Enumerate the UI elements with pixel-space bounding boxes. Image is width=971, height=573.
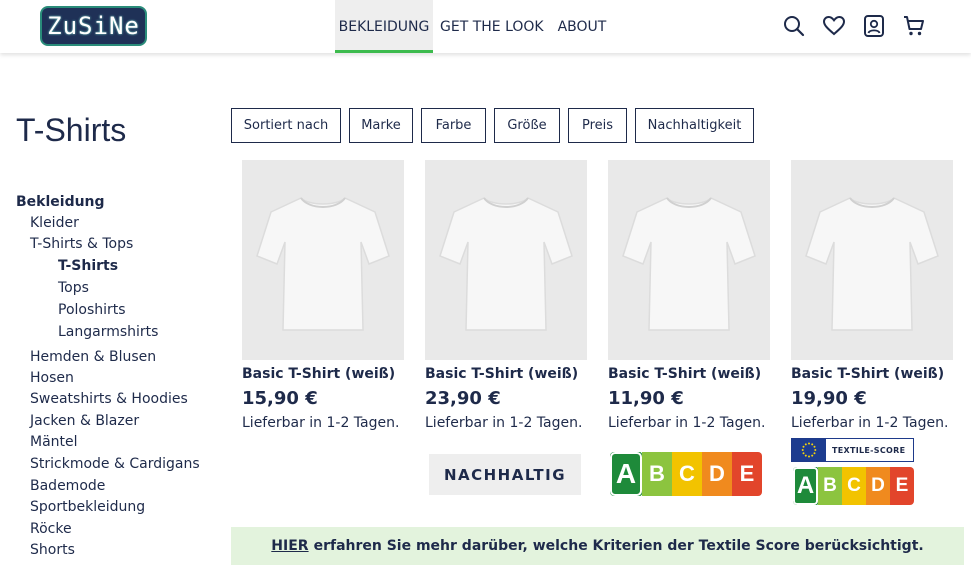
sidebar-item-tops[interactable]: Tops <box>58 280 89 296</box>
logo-text: ZuSiNe <box>47 12 140 40</box>
product-delivery: Lieferbar in 1-2 Tagen. <box>425 415 583 431</box>
sidebar-item-jacken-blazer[interactable]: Jacken & Blazer <box>30 413 139 429</box>
filter-sort-button[interactable]: Sortiert nach <box>231 108 341 143</box>
score-grade-e: E <box>890 467 914 505</box>
search-icon[interactable] <box>783 14 805 38</box>
product-name[interactable]: Basic T-Shirt (weiß) <box>791 366 953 382</box>
product-price: 11,90 € <box>608 388 684 409</box>
sidebar-item-poloshirts[interactable]: Poloshirts <box>58 302 126 318</box>
product-delivery: Lieferbar in 1-2 Tagen. <box>791 415 949 431</box>
sustainability-score-scale: A B C D E <box>610 452 762 496</box>
product-card[interactable]: Basic T-Shirt (weiß) 11,90 € Lieferbar i… <box>608 160 770 431</box>
info-text: erfahren Sie mehr darüber, welche Kriter… <box>313 538 924 554</box>
sidebar-item-bademode[interactable]: Bademode <box>30 478 105 494</box>
user-icon[interactable] <box>863 14 885 38</box>
product-delivery: Lieferbar in 1-2 Tagen. <box>608 415 766 431</box>
product-name[interactable]: Basic T-Shirt (weiß) <box>242 366 404 382</box>
site-header: ZuSiNe BEKLEIDUNG GET THE LOOK ABOUT <box>0 0 971 53</box>
sustainable-badge: NACHHALTIG <box>429 454 581 495</box>
product-name[interactable]: Basic T-Shirt (weiß) <box>608 366 770 382</box>
filter-size-button[interactable]: Größe <box>494 108 560 143</box>
header-icons <box>783 14 925 38</box>
sidebar-item-langarmshirts[interactable]: Langarmshirts <box>58 324 158 340</box>
filter-brand-button[interactable]: Marke <box>349 108 413 143</box>
score-grade-d: D <box>866 467 890 505</box>
nav-item-about[interactable]: ABOUT <box>551 0 614 53</box>
product-delivery: Lieferbar in 1-2 Tagen. <box>242 415 400 431</box>
score-grade-a: A <box>793 467 818 505</box>
sidebar-root-bekleidung[interactable]: Bekleidung <box>16 194 105 210</box>
product-name[interactable]: Basic T-Shirt (weiß) <box>425 366 587 382</box>
sidebar-item-kleider[interactable]: Kleider <box>30 215 79 231</box>
textile-score-info-bar: HIER erfahren Sie mehr darüber, welche K… <box>231 527 964 565</box>
sidebar-item-sportbekleidung[interactable]: Sportbekleidung <box>30 499 145 515</box>
product-card[interactable]: Basic T-Shirt (weiß) 19,90 € Lieferbar i… <box>791 160 953 431</box>
score-grade-d: D <box>702 452 732 496</box>
sidebar-item-roecke[interactable]: Röcke <box>30 521 72 537</box>
cart-icon[interactable] <box>903 14 925 38</box>
textile-score-label: TEXTILE-SCORE <box>791 438 914 462</box>
info-link[interactable]: HIER <box>271 538 308 554</box>
score-grade-e: E <box>732 452 762 496</box>
sidebar-item-hosen[interactable]: Hosen <box>30 370 74 386</box>
score-grade-a: A <box>610 452 642 496</box>
eu-flag-icon <box>792 439 826 461</box>
product-image[interactable] <box>425 160 587 360</box>
score-grade-c: C <box>672 452 702 496</box>
product-card[interactable]: Basic T-Shirt (weiß) 15,90 € Lieferbar i… <box>242 160 404 431</box>
filter-sustainability-button[interactable]: Nachhaltigkeit <box>635 108 754 143</box>
product-image[interactable] <box>242 160 404 360</box>
product-price: 23,90 € <box>425 388 501 409</box>
score-grade-b: B <box>818 467 842 505</box>
sidebar-item-sweatshirts-hoodies[interactable]: Sweatshirts & Hoodies <box>30 391 188 407</box>
product-price: 15,90 € <box>242 388 318 409</box>
filter-color-button[interactable]: Farbe <box>421 108 486 143</box>
page-title: T-Shirts <box>16 112 127 148</box>
nav-item-get-the-look[interactable]: GET THE LOOK <box>433 0 551 53</box>
main-nav: BEKLEIDUNG GET THE LOOK ABOUT <box>335 0 613 53</box>
sidebar-item-tshirts-tops[interactable]: T-Shirts & Tops <box>30 236 133 252</box>
product-image[interactable] <box>608 160 770 360</box>
product-card[interactable]: Basic T-Shirt (weiß) 23,90 € Lieferbar i… <box>425 160 587 431</box>
sidebar-item-tshirts[interactable]: T-Shirts <box>58 258 118 274</box>
brand-logo[interactable]: ZuSiNe <box>40 6 147 46</box>
filter-bar: Sortiert nach Marke Farbe Größe Preis Na… <box>231 108 754 143</box>
textile-score-scale: A B C D E <box>793 467 914 505</box>
filter-price-button[interactable]: Preis <box>568 108 627 143</box>
nav-item-bekleidung[interactable]: BEKLEIDUNG <box>335 0 433 53</box>
sidebar-item-strickmode-cardigans[interactable]: Strickmode & Cardigans <box>30 456 200 472</box>
sidebar-item-hemden-blusen[interactable]: Hemden & Blusen <box>30 349 156 365</box>
product-price: 19,90 € <box>791 388 867 409</box>
score-grade-b: B <box>642 452 672 496</box>
sidebar-item-shorts[interactable]: Shorts <box>30 542 75 558</box>
product-image[interactable] <box>791 160 953 360</box>
score-grade-c: C <box>842 467 866 505</box>
sidebar-item-maentel[interactable]: Mäntel <box>30 434 78 450</box>
heart-icon[interactable] <box>823 14 845 38</box>
textile-score-text: TEXTILE-SCORE <box>832 445 906 455</box>
